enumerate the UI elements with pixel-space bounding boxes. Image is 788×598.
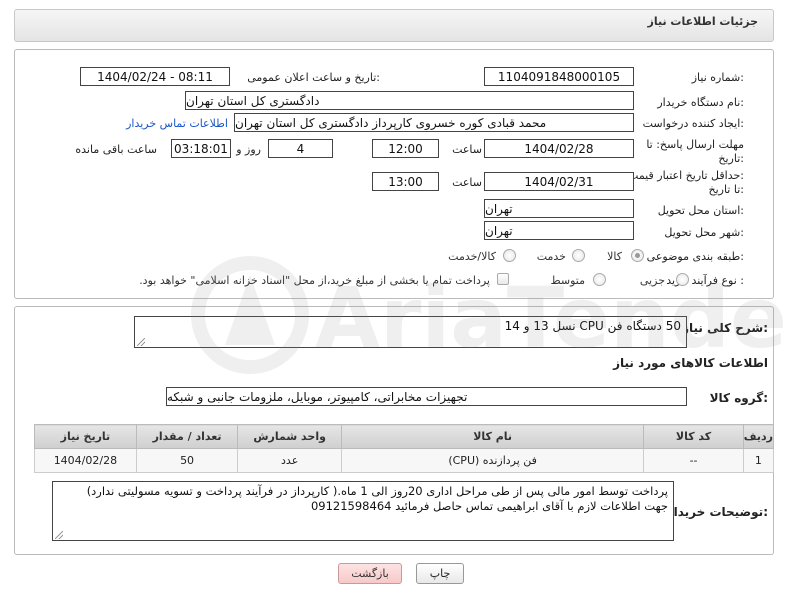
delivery-province-label: استان محل تحویل: — [657, 204, 744, 217]
category-radio-goods-service[interactable] — [503, 249, 516, 262]
buyer-notes-textarea[interactable]: پرداخت توسط امور مالی پس از طی مراحل ادا… — [52, 481, 674, 541]
treasury-payment-note: پرداخت تمام یا بخشی از مبلغ خرید،از محل … — [139, 274, 490, 287]
process-radio-minor[interactable] — [676, 273, 689, 286]
category-radio-goods[interactable] — [631, 249, 644, 262]
creator-label: ایجاد کننده درخواست: — [642, 117, 744, 130]
price-validity-date-field: 1404/02/31 — [484, 172, 634, 191]
print-button[interactable]: چاپ — [416, 563, 464, 584]
price-validity-time-label: ساعت — [452, 176, 482, 189]
announce-datetime-label: تاریخ و ساعت اعلان عمومی: — [247, 71, 380, 84]
category-label: طبقه بندی موضوعی: — [646, 250, 744, 263]
col-code: کد کالا — [643, 424, 744, 449]
price-validity-label-2: تا تاریخ: — [708, 183, 744, 196]
cell-row: 1 — [742, 448, 775, 473]
category-radio-service[interactable] — [572, 249, 585, 262]
resize-grip-icon[interactable] — [137, 338, 145, 346]
buyer-org-field: دادگستری کل استان تهران — [185, 91, 634, 110]
goods-group-field: تجهیزات مخابراتی، کامپیوتر، موبایل، ملزو… — [166, 387, 687, 406]
category-option-goods: کالا — [607, 250, 622, 263]
buyer-contact-link[interactable]: اطلاعات تماس خریدار — [126, 117, 228, 130]
resize-grip-icon[interactable] — [55, 531, 63, 539]
cell-name: فن پردازنده (CPU) — [340, 448, 645, 473]
delivery-city-field: تهران — [484, 221, 634, 240]
deadline-time-field: 12:00 — [372, 139, 439, 158]
process-option-medium: متوسط — [550, 274, 585, 287]
remaining-days-field: 4 — [268, 139, 333, 158]
process-radio-medium[interactable] — [593, 273, 606, 286]
delivery-province-field: تهران — [484, 199, 634, 218]
col-date: تاریخ نیاز — [34, 424, 137, 449]
need-summary-text: 50 دستگاه فن CPU نسل 13 و 14 — [504, 319, 681, 333]
category-option-service: خدمت — [536, 250, 566, 263]
cell-code: -- — [643, 448, 744, 473]
buyer-notes-line-1: پرداخت توسط امور مالی پس از طی مراحل ادا… — [86, 484, 668, 498]
category-option-goods-service: کالا/خدمت — [448, 250, 496, 263]
col-qty: تعداد / مقدار — [135, 424, 239, 449]
price-validity-label: حداقل تاریخ اعتبار قیمت: — [628, 169, 744, 182]
need-summary-label: شرح کلی نیاز: — [682, 321, 768, 335]
col-name: نام کالا — [340, 424, 645, 449]
remaining-time-field: 03:18:01 — [171, 139, 231, 158]
deadline-date-field: 1404/02/28 — [484, 139, 634, 158]
need-number-field: 1104091848000105 — [484, 67, 634, 86]
buyer-notes-line-2: جهت اطلاعات لازم با آقای ابراهیمی تماس ح… — [310, 499, 668, 513]
need-summary-textarea[interactable]: 50 دستگاه فن CPU نسل 13 و 14 — [134, 316, 687, 348]
delivery-city-label: شهر محل تحویل: — [664, 226, 744, 239]
col-row: ردیف — [742, 424, 775, 449]
buyer-org-label: نام دستگاه خریدار: — [657, 96, 744, 109]
page-title: جزئیات اطلاعات نیاز — [647, 15, 759, 28]
cell-qty: 50 — [135, 448, 239, 473]
table-row: 1 -- فن پردازنده (CPU) عدد 50 1404/02/28 — [34, 448, 775, 473]
goods-table-header: ردیف کد کالا نام کالا واحد شمارش تعداد /… — [34, 424, 775, 449]
remaining-time-label: ساعت باقی مانده — [75, 143, 157, 156]
col-unit: واحد شمارش — [237, 424, 342, 449]
goods-info-title: اطلاعات کالاهای مورد نیاز — [613, 356, 768, 370]
need-number-label: شماره نیاز: — [691, 71, 744, 84]
goods-table: ردیف کد کالا نام کالا واحد شمارش تعداد /… — [34, 424, 775, 473]
back-button[interactable]: بازگشت — [338, 563, 402, 584]
cell-unit: عدد — [237, 448, 342, 473]
treasury-payment-checkbox[interactable] — [497, 273, 509, 285]
days-label: روز و — [236, 143, 261, 156]
buyer-notes-label: توضیحات خریدار: — [666, 505, 768, 519]
announce-datetime-field: 1404/02/24 - 08:11 — [80, 67, 230, 86]
process-option-minor: جزیی — [639, 274, 665, 287]
deadline-label-2: تاریخ: — [718, 152, 744, 165]
goods-group-label: گروه کالا: — [709, 391, 768, 405]
price-validity-time-field: 13:00 — [372, 172, 439, 191]
deadline-time-label: ساعت — [452, 143, 482, 156]
cell-date: 1404/02/28 — [34, 448, 137, 473]
creator-field: محمد قبادی کوره خسروی کارپرداز دادگستری … — [234, 113, 634, 132]
deadline-label: مهلت ارسال پاسخ: تا — [646, 138, 744, 151]
